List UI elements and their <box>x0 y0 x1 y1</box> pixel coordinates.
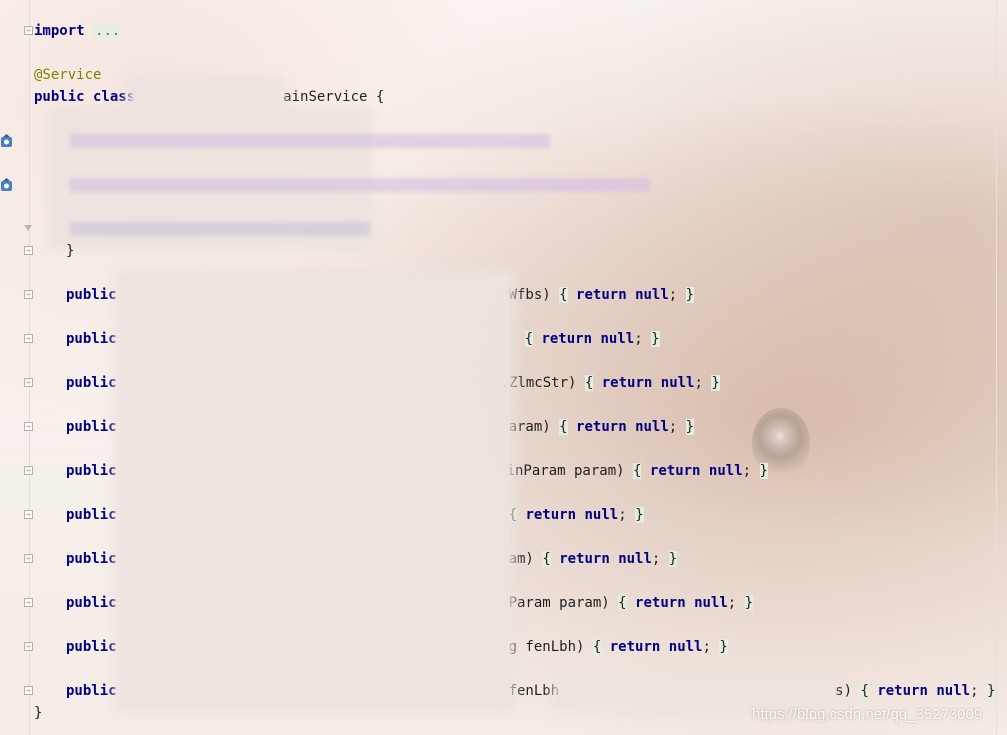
method-signature-tail: am) <box>508 551 534 567</box>
keyword-null: null <box>635 419 669 435</box>
keyword-null: null <box>936 683 971 699</box>
fold-toggle-block[interactable] <box>24 225 33 234</box>
keyword-null: null <box>584 507 619 523</box>
keyword-null: null <box>600 331 635 347</box>
code-line-annotation[interactable]: @Service <box>34 65 101 85</box>
keyword-import: import <box>34 23 85 39</box>
keyword-return: return <box>649 463 701 479</box>
keyword-return: return <box>877 683 928 699</box>
fold-toggle-method[interactable]: − <box>24 510 33 519</box>
code-line-class-close[interactable]: } <box>34 703 42 723</box>
fold-toggle-method[interactable]: − <box>24 334 33 343</box>
method-signature-tail: fenLbh <box>508 683 560 699</box>
injection-icon[interactable] <box>0 134 13 148</box>
keyword-public: public <box>66 287 117 303</box>
keyword-public: public <box>66 551 117 567</box>
method-signature-tail: g fenLbh) <box>508 639 585 655</box>
service-annotation: @Service <box>34 67 102 83</box>
keyword-return: return <box>601 375 653 391</box>
method-signature-tail: Param param) <box>508 595 610 611</box>
fold-toggle-method[interactable]: − <box>24 466 33 475</box>
folded-imports[interactable]: ... <box>93 23 123 39</box>
keyword-public: public <box>66 595 117 611</box>
class-name: ainService { <box>283 89 385 105</box>
semicolon: ; <box>970 683 979 699</box>
keyword-public: public <box>66 507 117 523</box>
method-signature-tail: inParam param) <box>506 463 625 479</box>
redacted-field-line <box>70 134 550 148</box>
keyword-return: return <box>541 331 593 347</box>
fold-toggle-method[interactable]: − <box>24 598 33 607</box>
redacted-method-signatures <box>120 275 510 707</box>
keyword-public: public <box>66 375 117 391</box>
keyword-public-class: public class <box>34 89 136 105</box>
keyword-return: return <box>559 551 610 567</box>
watermark: https://blog.csdn.net/qq_35273009 <box>752 706 983 723</box>
fold-toggle-method[interactable]: − <box>24 642 33 651</box>
fold-toggle-imports[interactable]: − <box>24 26 33 35</box>
fold-toggle-method[interactable]: − <box>24 378 33 387</box>
fold-toggle-method[interactable]: − <box>24 554 33 563</box>
keyword-null: null <box>694 595 728 611</box>
keyword-public: public <box>66 463 117 479</box>
semicolon: ; <box>694 375 703 391</box>
keyword-null: null <box>668 639 703 655</box>
code-line-block-close[interactable]: } <box>66 241 74 261</box>
vertical-scrollbar[interactable] <box>996 0 1007 735</box>
keyword-public: public <box>66 419 117 435</box>
fold-toggle-method[interactable]: − <box>24 686 33 695</box>
semicolon: ; <box>702 639 711 655</box>
keyword-null: null <box>618 551 652 567</box>
method-signature-tail: aram) <box>508 419 551 435</box>
editor-gutter[interactable] <box>0 0 30 735</box>
keyword-return: return <box>635 595 686 611</box>
method-signature-tail: .ZlmcStr) <box>500 375 577 391</box>
injection-icon[interactable] <box>0 178 13 192</box>
keyword-null: null <box>660 375 695 391</box>
semicolon: ; <box>742 463 752 479</box>
method-signature-tail: Wfbs) <box>508 287 551 303</box>
keyword-null: null <box>708 463 743 479</box>
redacted-field-line <box>70 178 650 192</box>
redacted-param <box>558 680 828 704</box>
keyword-return: return <box>576 287 627 303</box>
semicolon: ; <box>668 419 678 435</box>
semicolon: ; <box>668 287 678 303</box>
keyword-return: return <box>609 639 661 655</box>
code-line-import[interactable]: import ... <box>34 21 123 41</box>
fold-toggle-block-end[interactable]: − <box>24 246 33 255</box>
redacted-field-line <box>70 222 370 236</box>
redacted-class-name <box>132 82 278 108</box>
semicolon: ; <box>727 595 737 611</box>
keyword-return: return <box>576 419 627 435</box>
keyword-public: public <box>66 331 117 347</box>
semicolon: ; <box>618 507 627 523</box>
keyword-null: null <box>635 287 669 303</box>
semicolon: ; <box>634 331 643 347</box>
class-closing-brace: } <box>34 705 43 721</box>
fold-toggle-method[interactable]: − <box>24 422 33 431</box>
closing-brace: } <box>66 243 75 259</box>
semicolon: ; <box>651 551 661 567</box>
method-signature-tail-2: s) <box>835 683 853 699</box>
keyword-public: public <box>66 683 117 699</box>
fold-toggle-method[interactable]: − <box>24 290 33 299</box>
keyword-public: public <box>66 639 117 655</box>
keyword-return: return <box>525 507 577 523</box>
